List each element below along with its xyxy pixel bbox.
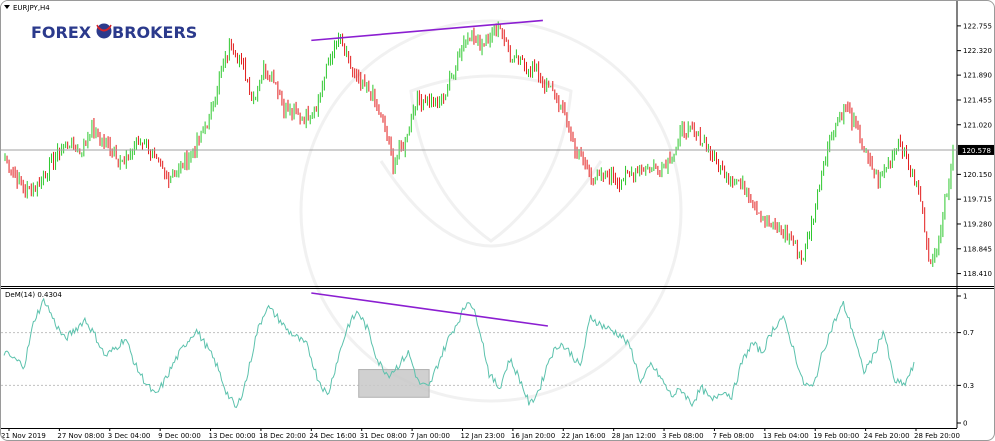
time-tick-label: 13 Feb 04:00 xyxy=(763,432,809,440)
time-tick-label: 31 Dec 08:00 xyxy=(360,432,407,440)
price-tick-label: 122.755 xyxy=(963,22,992,30)
dem-axis: 1 0.7 0.3 0 xyxy=(957,293,974,428)
time-tick-label: 27 Nov 08:00 xyxy=(57,432,104,440)
time-tick-label: 22 Jan 16:00 xyxy=(561,432,605,440)
indicator-panel xyxy=(1,288,957,428)
price-tick-label: 121.890 xyxy=(963,72,992,80)
time-tick-label: 24 Dec 16:00 xyxy=(309,432,356,440)
time-tick-label: 3 Feb 08:00 xyxy=(662,432,703,440)
dem-tick-label: 0 xyxy=(963,420,967,428)
time-tick-label: 19 Feb 00:00 xyxy=(813,432,859,440)
current-price-label: 120.578 xyxy=(962,147,991,155)
logo-brokers: BROKERS xyxy=(112,23,197,42)
time-tick-label: 7 Jan 00:00 xyxy=(410,432,450,440)
price-tick-label: 118.410 xyxy=(963,270,992,278)
time-tick-label: 13 Dec 00:00 xyxy=(209,432,256,440)
highlight-box-layer xyxy=(358,369,430,398)
dem-tick-label: 0.7 xyxy=(963,329,974,337)
time-axis: 21 Nov 2019 27 Nov 08:00 3 Dec 04:00 9 Dec … xyxy=(1,428,960,440)
price-tick-label: 121.455 xyxy=(963,96,992,104)
chart-window: EURJPY,H4 FOREX BROKERS DeM(14) 0.4304 1… xyxy=(0,0,995,441)
price-tick-label: 118.845 xyxy=(963,245,992,253)
highlight-box xyxy=(358,369,430,398)
logo-forex: FOREX xyxy=(31,23,92,42)
indicator-label: DeM(14) 0.4304 xyxy=(5,291,62,299)
time-tick-label: 3 Dec 04:00 xyxy=(108,432,151,440)
time-tick-label: 7 Feb 08:00 xyxy=(712,432,753,440)
forexbrokers-logo: FOREX BROKERS xyxy=(31,23,197,42)
time-tick-label: 18 Dec 20:00 xyxy=(259,432,306,440)
dem-tick-label: 1 xyxy=(963,293,967,301)
symbol-label: EURJPY,H4 xyxy=(13,4,50,12)
time-tick-label: 28 Feb 20:00 xyxy=(914,432,960,440)
time-tick-label: 12 Jan 23:00 xyxy=(461,432,505,440)
time-tick-label: 24 Feb 20:00 xyxy=(864,432,910,440)
price-tick-label: 122.320 xyxy=(963,47,992,55)
time-tick-label: 21 Nov 2019 xyxy=(1,432,46,440)
price-tick-label: 119.280 xyxy=(963,220,992,228)
dem-tick-label: 0.3 xyxy=(963,382,974,390)
price-tick-label: 119.715 xyxy=(963,196,992,204)
time-tick-label: 16 Jan 20:00 xyxy=(511,432,555,440)
chart-canvas[interactable]: EURJPY,H4 FOREX BROKERS DeM(14) 0.4304 1… xyxy=(1,1,995,441)
price-tick-label: 121.020 xyxy=(963,121,992,129)
price-tick-label: 120.150 xyxy=(963,171,992,179)
time-tick-label: 28 Jan 12:00 xyxy=(612,432,656,440)
time-tick-label: 9 Dec 00:00 xyxy=(158,432,201,440)
bull-bear-logo-icon xyxy=(96,23,112,39)
